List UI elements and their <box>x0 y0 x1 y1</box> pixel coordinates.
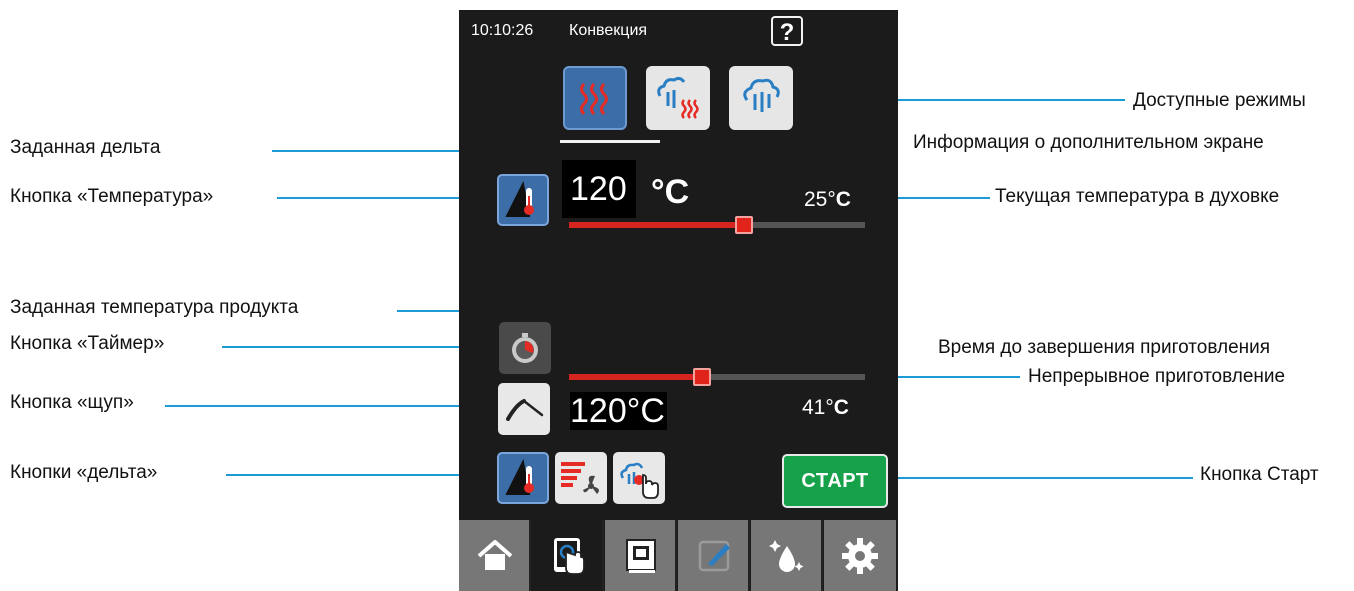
recipe-book-icon <box>626 539 656 573</box>
annotation-time-to-finish: Время до завершения приготовления <box>938 337 1271 358</box>
nav-home[interactable] <box>459 520 531 591</box>
current-oven-temperature-value: 25° <box>804 188 836 211</box>
mode-steam-button[interactable] <box>729 66 793 130</box>
nav-edit[interactable] <box>678 520 750 591</box>
leader-line-start-button <box>888 477 1193 479</box>
home-icon <box>477 540 513 570</box>
current-probe-temperature-unit: C <box>833 396 849 419</box>
gear-icon <box>842 538 878 574</box>
delta-thermometer-icon <box>505 180 534 217</box>
probe-slider-fill <box>569 374 703 380</box>
temperature-set-value[interactable]: 120 <box>562 160 636 218</box>
annotation-set-product-temp: Заданная температура продукта <box>10 297 299 318</box>
heat-waves-icon <box>580 82 608 116</box>
edit-icon <box>698 540 730 572</box>
leader-line-current-oven-temp <box>890 197 990 199</box>
leader-line-timer-button <box>222 346 497 348</box>
temperature-button[interactable] <box>497 174 549 226</box>
delta-fan-button[interactable] <box>555 452 607 504</box>
nav-cleaning[interactable] <box>751 520 823 591</box>
annotation-delta-buttons: Кнопки «дельта» <box>10 462 158 483</box>
mode-convection-button[interactable] <box>563 66 627 130</box>
annotation-probe-button: Кнопка «щуп» <box>10 392 134 413</box>
probe-icon <box>506 399 544 421</box>
start-button[interactable]: СТАРТ <box>782 454 888 508</box>
bottom-nav <box>459 520 898 591</box>
leader-line-probe-button <box>165 405 498 407</box>
current-oven-temperature: 25°C <box>804 188 851 212</box>
steam-icon <box>743 78 780 112</box>
oven-control-screen: 10:10:26 Конвекция ? 120 °C 25°C 120°C 4… <box>459 10 898 591</box>
temperature-slider-thumb[interactable] <box>734 216 753 234</box>
current-oven-temperature-unit: C <box>835 188 851 211</box>
annotation-temperature-button: Кнопка «Температура» <box>10 186 214 207</box>
status-bar: 10:10:26 Конвекция ? <box>459 10 898 54</box>
current-probe-temperature-value: 41° <box>802 396 834 419</box>
annotation-extra-screen-info: Информация о дополнительном экране <box>913 132 1264 153</box>
annotation-timer-button: Кнопка «Таймер» <box>10 333 165 354</box>
leader-line-continuous-cooking <box>880 376 1020 378</box>
delta-thermometer-icon <box>505 458 534 495</box>
probe-set-value[interactable]: 120°C <box>564 388 667 434</box>
nav-manual-mode[interactable] <box>532 520 604 591</box>
mode-selected-indicator <box>560 140 660 143</box>
touch-tablet-icon <box>554 538 585 575</box>
current-probe-temperature: 41°C <box>802 396 849 420</box>
annotation-start-button: Кнопка Старт <box>1200 464 1319 485</box>
help-button[interactable]: ? <box>771 16 803 46</box>
stopwatch-icon <box>512 333 538 363</box>
mode-title: Конвекция <box>569 22 648 39</box>
clock: 10:10:26 <box>471 22 534 39</box>
mode-combi-button[interactable] <box>646 66 710 130</box>
annotation-set-delta: Заданная дельта <box>10 137 161 158</box>
annotation-available-modes: Доступные режимы <box>1133 90 1306 111</box>
leader-line-delta-buttons <box>226 474 496 476</box>
cleaning-icon <box>769 540 804 572</box>
delta-manual-steam-button[interactable] <box>613 452 665 504</box>
heat-fan-icon <box>561 462 599 494</box>
temperature-unit: °C <box>651 173 690 211</box>
annotation-current-oven-temp: Текущая температура в духовке <box>995 186 1280 207</box>
probe-button[interactable] <box>498 383 550 435</box>
probe-slider-thumb[interactable] <box>693 368 712 386</box>
steam-touch-icon <box>620 462 659 499</box>
nav-settings[interactable] <box>824 520 896 591</box>
temperature-slider-fill <box>569 222 744 228</box>
timer-button[interactable] <box>499 322 551 374</box>
steam-heat-icon <box>657 76 699 119</box>
nav-recipes[interactable] <box>605 520 677 591</box>
probe-set-value-text: 120°C <box>570 392 667 430</box>
delta-temperature-button[interactable] <box>497 452 549 504</box>
annotation-continuous-cooking: Непрерывное приготовление <box>1028 366 1286 387</box>
